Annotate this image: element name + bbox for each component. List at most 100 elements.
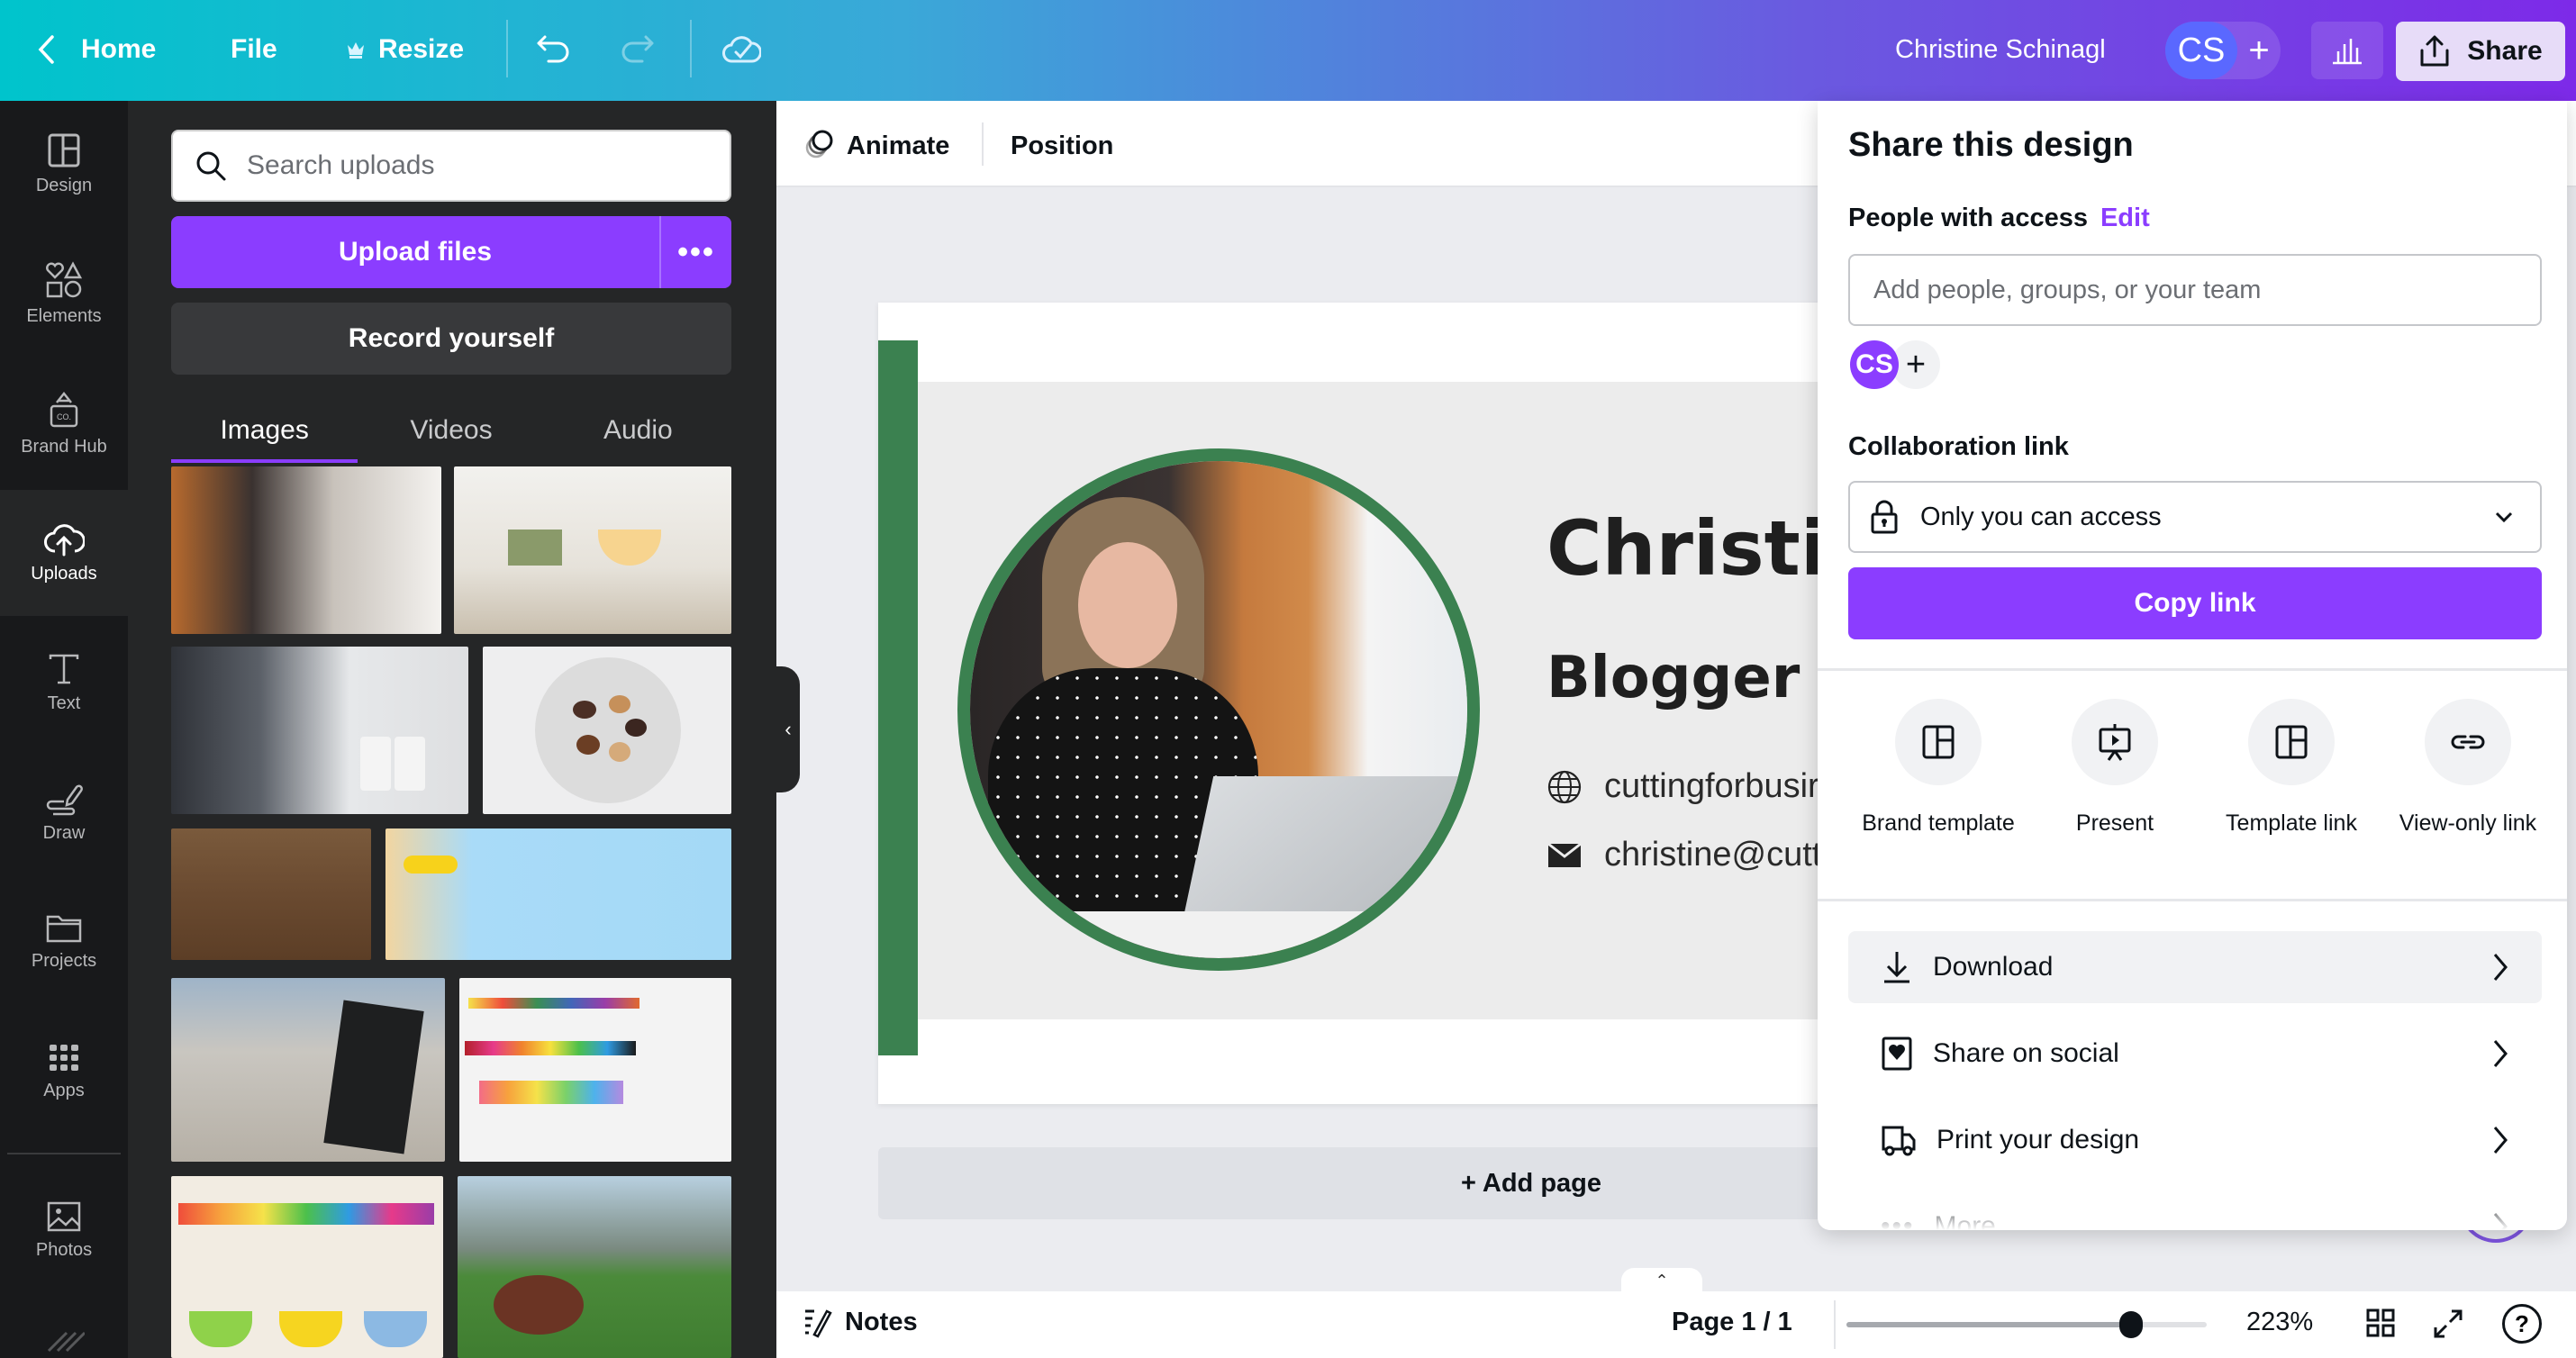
zoom-slider-knob[interactable] <box>2119 1311 2143 1338</box>
tab-videos[interactable]: Videos <box>358 398 544 463</box>
cloud-upload-icon <box>44 523 85 556</box>
shapes-icon <box>46 260 83 297</box>
rail-item-photos[interactable]: Photos <box>0 1176 128 1284</box>
truck-icon <box>1882 1126 1916 1156</box>
show-pages-toggle[interactable]: ⌃ <box>1621 1268 1702 1293</box>
search-uploads-input[interactable]: Search uploads <box>171 130 731 202</box>
cloud-check-icon <box>722 36 761 63</box>
share-button[interactable]: Share <box>2396 22 2565 81</box>
add-people-input[interactable]: Add people, groups, or your team <box>1848 254 2542 326</box>
upload-thumbnail-shop-local-sign[interactable] <box>171 978 445 1162</box>
crown-icon <box>348 42 364 59</box>
edit-access-link[interactable]: Edit <box>2100 204 2150 232</box>
globe-icon <box>1547 770 1582 803</box>
upload-thumbnail-woman-laptop[interactable] <box>171 466 441 634</box>
rail-item-text[interactable]: Text <box>0 629 128 737</box>
zoom-slider[interactable] <box>1846 1311 2207 1338</box>
resize-button[interactable]: Resize <box>346 27 464 72</box>
upload-thumbnail-craft-cubbies[interactable] <box>171 1176 443 1358</box>
mail-icon <box>1547 842 1582 867</box>
view-only-link-option[interactable]: View-only link <box>2380 699 2556 841</box>
upload-more-button[interactable]: ••• <box>659 216 731 288</box>
rail-item-projects[interactable]: Projects <box>0 888 128 996</box>
access-avatars: CS + <box>1850 340 1940 389</box>
text-icon <box>49 654 79 684</box>
share-dialog: Share this design People with access Edit… <box>1818 101 2567 1230</box>
user-avatar[interactable]: CS <box>2165 22 2237 79</box>
plus-icon: + <box>1905 345 1927 384</box>
upload-thumbnail-football-field[interactable] <box>458 1176 731 1358</box>
upload-thumbnail-hiking-boots[interactable] <box>171 828 371 960</box>
record-yourself-button[interactable]: Record yourself <box>171 303 731 375</box>
copy-link-button[interactable]: Copy link <box>1848 567 2542 639</box>
share-dialog-title: Share this design <box>1848 126 2134 164</box>
position-button[interactable]: Position <box>1011 126 1113 166</box>
collaboration-link-label: Collaboration link <box>1848 432 2069 461</box>
profile-photo[interactable] <box>957 448 1480 971</box>
card-website-line[interactable]: cuttingforbusir <box>1547 767 1819 806</box>
divider <box>1818 899 2567 901</box>
animate-icon <box>805 130 833 158</box>
separator <box>1834 1300 1836 1349</box>
owner-avatar[interactable]: CS <box>1850 340 1899 389</box>
upload-thumbnail-paint-shelves[interactable] <box>459 978 731 1162</box>
zoom-level[interactable]: 223% <box>2246 1308 2313 1337</box>
chevron-left-icon <box>38 35 54 64</box>
fullscreen-button[interactable] <box>2432 1308 2464 1344</box>
link-access-select[interactable]: Only you can access <box>1848 481 2542 553</box>
share-on-social-row[interactable]: Share on social <box>1848 1018 2542 1090</box>
media-tabs: Images Videos Audio <box>171 398 731 463</box>
layout-icon <box>48 133 80 167</box>
zoom-slider-fill <box>1846 1322 2131 1327</box>
print-your-design-row[interactable]: Print your design <box>1848 1104 2542 1176</box>
save-status-button[interactable] <box>719 27 764 72</box>
template-link-option[interactable]: Template link <box>2203 699 2380 841</box>
rail-item-uploads[interactable]: Uploads <box>0 490 128 616</box>
page-indicator[interactable]: Page 1 / 1 <box>1672 1308 1792 1337</box>
rail-item-design[interactable]: Design <box>0 110 128 218</box>
home-button[interactable]: Home <box>36 27 156 72</box>
collapse-panel-handle[interactable]: ‹ <box>776 666 800 792</box>
side-rail: Design Elements CO. Brand Hub Uploads Te… <box>0 101 128 1358</box>
tab-images[interactable]: Images <box>171 398 358 463</box>
animate-button[interactable]: Animate <box>803 126 949 166</box>
notes-button[interactable]: Notes <box>803 1306 918 1338</box>
upload-thumbnail-kitchen-counter[interactable] <box>454 466 731 634</box>
rail-item-brand-hub[interactable]: CO. Brand Hub <box>0 369 128 477</box>
apps-grid-icon <box>50 1044 78 1071</box>
chevron-right-icon <box>2493 1127 2508 1154</box>
accent-bar[interactable] <box>878 340 918 1055</box>
scroll-fade <box>1818 1194 2567 1230</box>
present-option[interactable]: Present <box>2027 699 2203 841</box>
file-label: File <box>231 34 277 64</box>
rail-item-draw[interactable]: Draw <box>0 758 128 866</box>
grid-view-button[interactable] <box>2365 1308 2396 1343</box>
upload-thumbnail-beach-sunglasses[interactable] <box>385 828 731 960</box>
notes-icon <box>805 1309 832 1338</box>
add-person-button[interactable]: + <box>1891 340 1940 389</box>
rail-item-apps[interactable]: Apps <box>0 1018 128 1126</box>
invite-plus-button[interactable]: + <box>2237 31 2281 70</box>
bar-chart-icon <box>2333 39 2362 65</box>
help-button[interactable]: ? <box>2502 1304 2542 1344</box>
upload-thumbnail-cookies-plate[interactable] <box>483 647 731 814</box>
chevron-right-icon <box>2493 1040 2508 1067</box>
brand-template-option[interactable]: Brand template <box>1850 699 2027 841</box>
share-upload-icon <box>2420 35 2449 67</box>
folder-icon <box>46 915 82 942</box>
tab-audio[interactable]: Audio <box>545 398 731 463</box>
redo-button[interactable] <box>614 27 659 72</box>
upload-thumbnail-laundry-room[interactable] <box>171 647 468 814</box>
insights-button[interactable] <box>2311 22 2383 79</box>
undo-button[interactable] <box>531 27 576 72</box>
background-pattern-icon[interactable] <box>45 1326 86 1353</box>
link-icon <box>2451 735 2485 749</box>
upload-files-button[interactable]: Upload files <box>171 216 659 288</box>
card-email-line[interactable]: christine@cutt <box>1547 836 1821 874</box>
card-role-text[interactable]: Blogger <box>1547 645 1800 711</box>
rail-item-elements[interactable]: Elements <box>0 240 128 348</box>
download-row[interactable]: Download <box>1848 931 2542 1003</box>
plus-icon: + <box>2248 30 2270 70</box>
chevron-down-icon <box>2495 512 2513 523</box>
file-menu[interactable]: File <box>231 27 277 72</box>
